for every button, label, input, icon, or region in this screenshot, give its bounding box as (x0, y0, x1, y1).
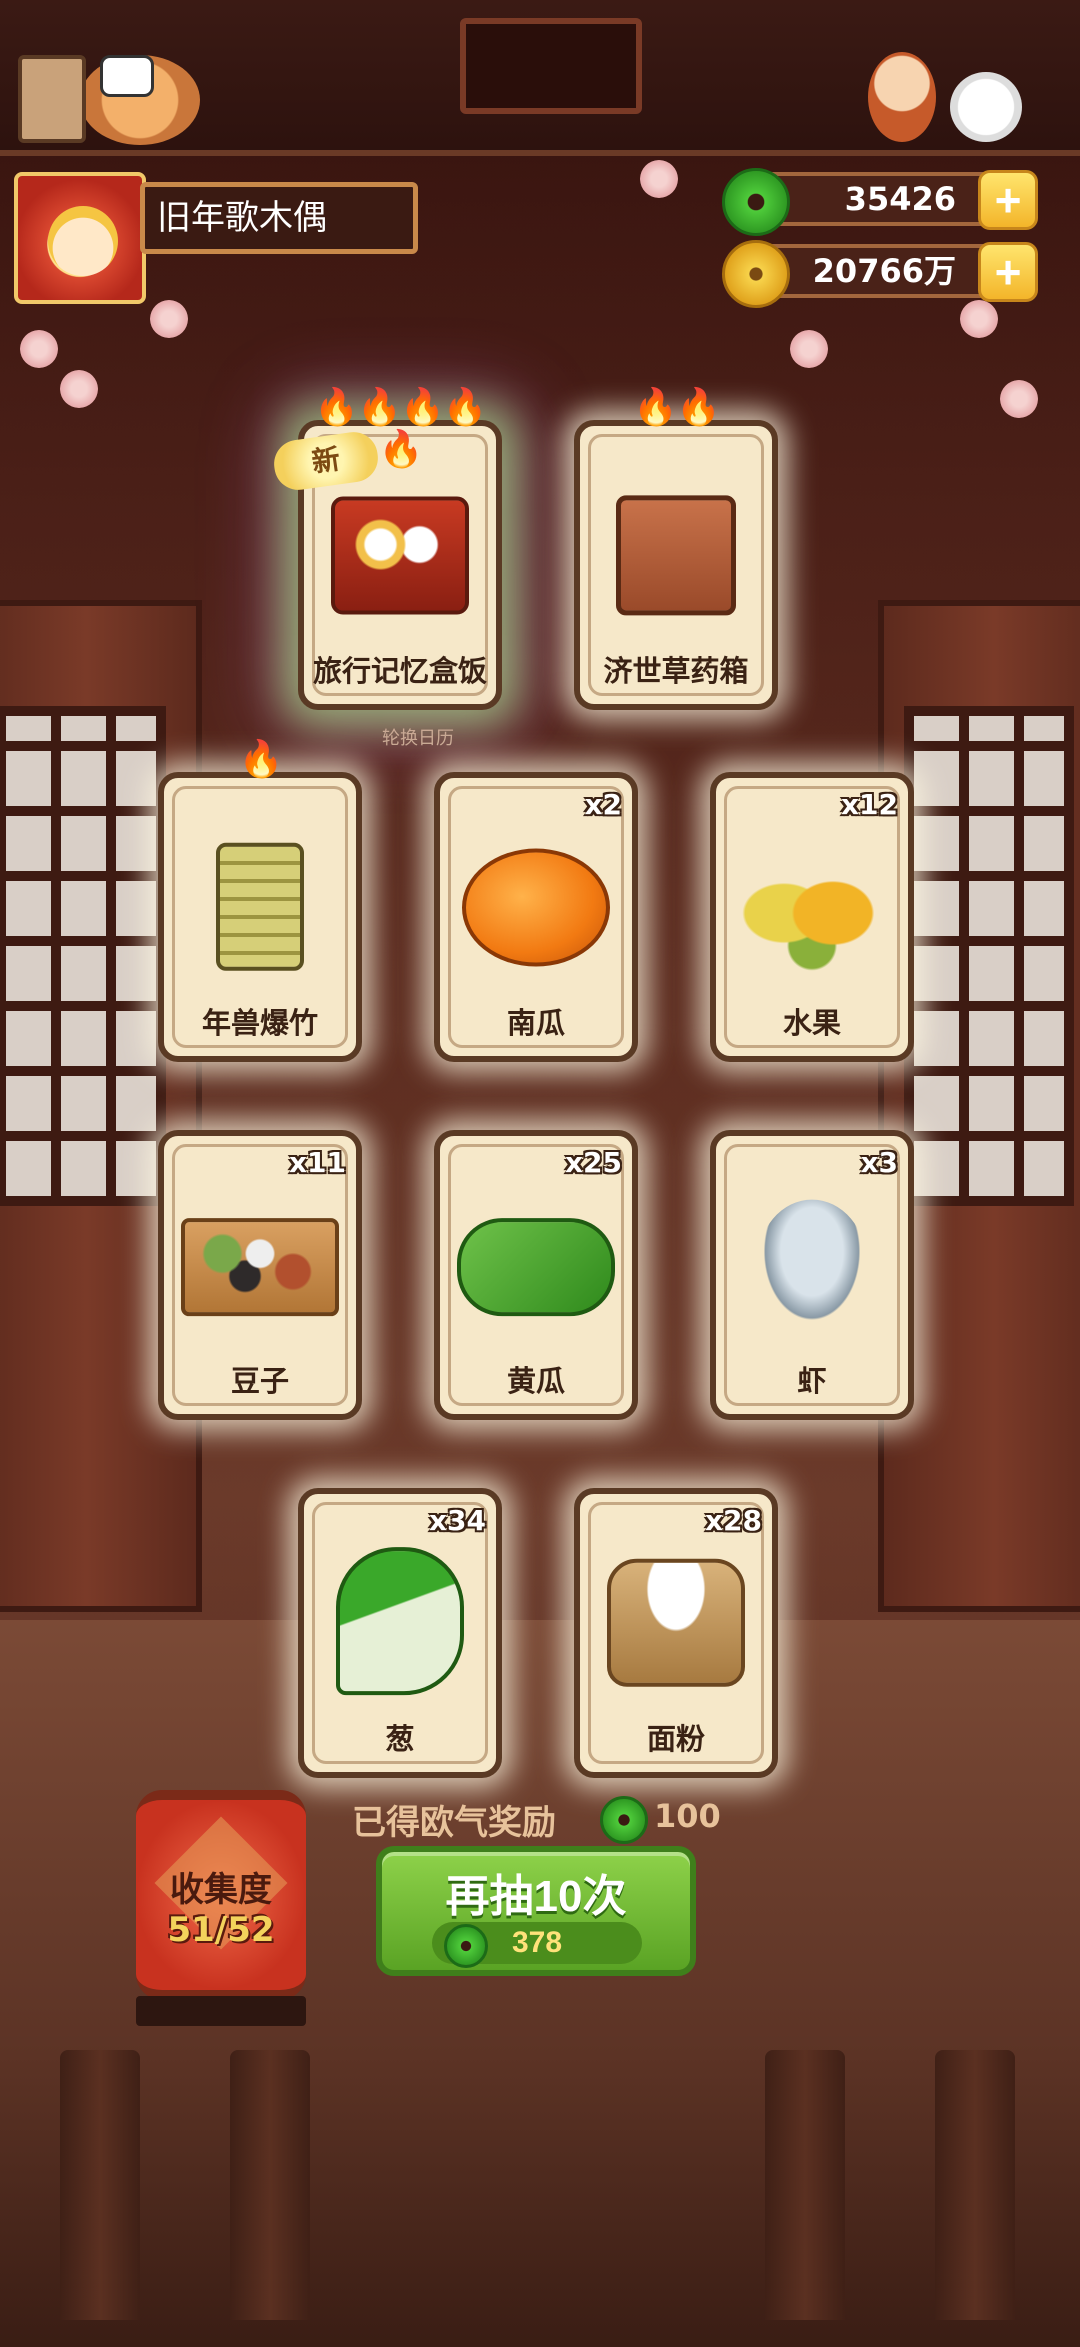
collection-lantern[interactable]: 收集度 51/52 (136, 1790, 306, 2000)
coin-value: 20766万 (812, 252, 956, 290)
blossom-icon (960, 300, 998, 338)
add-jade-button[interactable]: + (978, 170, 1038, 230)
card-label: 虾 (797, 1364, 827, 1398)
card-bento[interactable]: 🔥🔥🔥🔥🔥 新 旅行记忆盒饭 (271, 387, 502, 710)
fruit-icon (742, 841, 882, 972)
jade-icon (722, 168, 790, 236)
bento-icon (331, 496, 469, 615)
flame-rating: 🔥 (238, 739, 284, 780)
jade-value: 35426 (844, 180, 956, 218)
item-count: x25 (564, 1146, 622, 1179)
pumpkin-icon (462, 848, 610, 967)
card-label: 面粉 (646, 1722, 705, 1756)
scroll-box-icon (18, 55, 86, 143)
fence-post (230, 2050, 310, 2320)
herb-box-icon (616, 495, 736, 616)
flame-rating: 🔥🔥 (633, 387, 721, 428)
card-label: 年兽爆竹 (201, 1006, 318, 1040)
shrimp-icon (757, 1199, 867, 1330)
player-avatar[interactable] (14, 172, 146, 304)
card-label: 黄瓜 (506, 1364, 565, 1398)
draw-again-button[interactable]: 再抽10次 378 (376, 1846, 696, 1976)
item-count: x12 (840, 788, 898, 821)
fence-post (935, 2050, 1015, 2320)
card-herb-box[interactable]: 🔥🔥 济世草药箱 (574, 387, 778, 710)
card-firecracker[interactable]: 🔥 年兽爆竹 (158, 739, 362, 1062)
portrait-frame (460, 18, 642, 114)
card-fruit[interactable]: x12 水果 (710, 772, 914, 1062)
collection-progress: 51/52 (167, 1910, 275, 1950)
jade-counter: 35426 + (722, 168, 1038, 236)
cucumber-icon (457, 1218, 615, 1317)
card-label: 南瓜 (506, 1006, 565, 1040)
card-flour[interactable]: x28 面粉 (574, 1488, 778, 1778)
item-count: x11 (288, 1146, 346, 1179)
card-label: 济世草药箱 (603, 654, 749, 688)
npc-cat-icon (950, 72, 1022, 142)
card-beans[interactable]: x11 豆子 (158, 1130, 362, 1420)
flour-icon (607, 1558, 745, 1687)
beans-icon (181, 1218, 339, 1317)
item-count: x3 (860, 1146, 898, 1179)
item-count: x34 (428, 1504, 486, 1537)
item-count: x2 (584, 788, 622, 821)
blossom-icon (1000, 380, 1038, 418)
coin-icon (722, 240, 790, 308)
avatar-face-icon (48, 206, 118, 276)
blossom-icon (60, 370, 98, 408)
jade-icon (444, 1924, 488, 1968)
card-label: 豆子 (230, 1364, 289, 1398)
add-coins-button[interactable]: + (978, 242, 1038, 302)
coin-counter: 20766万 + (722, 240, 1038, 308)
speech-bubble-icon (100, 55, 154, 97)
player-name: 旧年歌木偶 (140, 182, 418, 254)
blossom-icon (790, 330, 828, 368)
fence-post (60, 2050, 140, 2320)
blossom-icon (640, 160, 678, 198)
new-badge: 新 (271, 429, 381, 493)
card-label: 水果 (782, 1006, 841, 1040)
calendar-caption: 轮换日历 (382, 728, 454, 749)
npc-boy-icon (868, 52, 936, 142)
reward-label: 已得欧气奖励 (352, 1803, 556, 1843)
fence-post (765, 2050, 845, 2320)
jade-icon (600, 1796, 648, 1844)
scallion-icon (336, 1547, 464, 1696)
card-label: 旅行记忆盒饭 (312, 654, 487, 688)
card-scallion[interactable]: x34 葱 (298, 1488, 502, 1778)
draw-button-label: 再抽10次 (445, 1872, 627, 1921)
blossom-icon (150, 300, 188, 338)
card-pumpkin[interactable]: x2 南瓜 (434, 772, 638, 1062)
card-label: 葱 (385, 1722, 415, 1756)
firecracker-icon (216, 842, 304, 971)
card-cucumber[interactable]: x25 黄瓜 (434, 1130, 638, 1420)
lantern-stand (136, 1996, 306, 2026)
right-wall (878, 600, 1080, 1612)
item-count: x28 (704, 1504, 762, 1537)
collection-label: 收集度 (170, 1870, 272, 1910)
blossom-icon (20, 330, 58, 368)
card-shrimp[interactable]: x3 虾 (710, 1130, 914, 1420)
reward-value: 100 (654, 1797, 721, 1835)
draw-cost: 378 (512, 1926, 563, 1959)
